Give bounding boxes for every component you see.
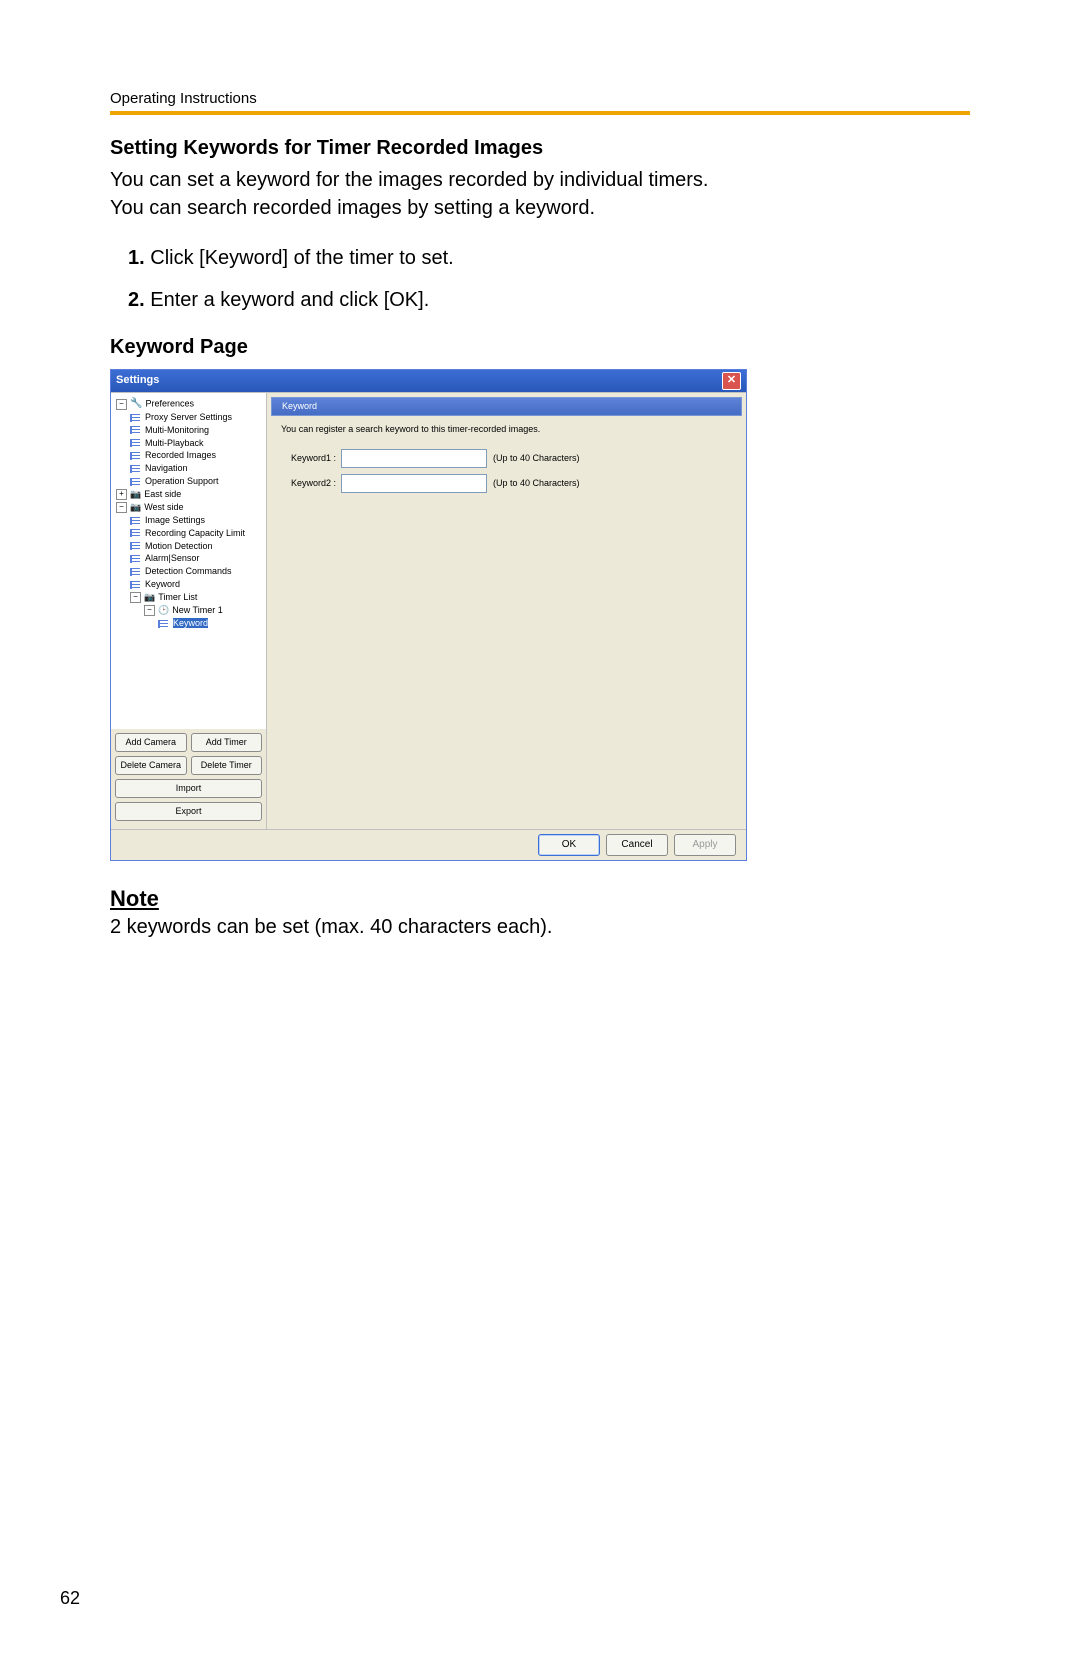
page-number: 62 [60, 1588, 80, 1609]
step-number: 2. [128, 289, 145, 311]
keyword2-hint: (Up to 40 Characters) [493, 478, 580, 489]
settings-window: Settings ✕ −🔧Preferences Proxy Server Se… [110, 369, 747, 861]
tree-proxy[interactable]: Proxy Server Settings [116, 411, 263, 424]
sidebar-button-area: Add Camera Add Timer Delete Camera Delet… [111, 729, 266, 829]
tree-label: Keyword [173, 618, 208, 628]
intro-line-1: You can set a keyword for the images rec… [110, 169, 708, 191]
tree-label: Detection Commands [145, 566, 232, 576]
tree-image-settings[interactable]: Image Settings [116, 514, 263, 527]
window-titlebar[interactable]: Settings ✕ [111, 370, 746, 392]
panel-header: Keyword [271, 397, 742, 416]
step-text: Enter a keyword and click [OK]. [150, 289, 429, 311]
add-timer-button[interactable]: Add Timer [191, 733, 263, 752]
tree-keyword-selected[interactable]: Keyword [116, 617, 263, 630]
delete-camera-button[interactable]: Delete Camera [115, 756, 187, 775]
add-camera-button[interactable]: Add Camera [115, 733, 187, 752]
note-heading: Note [110, 886, 970, 912]
step-2: 2. Enter a keyword and click [OK]. [128, 284, 970, 316]
import-button[interactable]: Import [115, 779, 262, 798]
tree-keyword[interactable]: Keyword [116, 578, 263, 591]
tree-nav[interactable]: Navigation [116, 462, 263, 475]
keyword1-row: Keyword1 : (Up to 40 Characters) [281, 449, 732, 468]
tree-label: Multi-Playback [145, 438, 204, 448]
tree-label: Multi-Monitoring [145, 425, 209, 435]
tree-label: Recording Capacity Limit [145, 528, 245, 538]
cancel-button[interactable]: Cancel [606, 834, 668, 856]
tree-label: New Timer 1 [172, 605, 223, 615]
tree-east-side[interactable]: +📷East side [116, 488, 263, 501]
tree-label: Motion Detection [145, 541, 213, 551]
tree-label: Image Settings [145, 515, 205, 525]
panel-title: Keyword [282, 401, 317, 412]
tree-detection-cmd[interactable]: Detection Commands [116, 565, 263, 578]
tree-label: Alarm|Sensor [145, 553, 199, 563]
tree-label: Navigation [145, 463, 188, 473]
intro-text: You can set a keyword for the images rec… [110, 166, 970, 222]
tree-label: Timer List [158, 592, 197, 602]
window-body: −🔧Preferences Proxy Server Settings Mult… [111, 392, 746, 829]
main-panel: Keyword You can register a search keywor… [267, 393, 746, 829]
panel-description: You can register a search keyword to thi… [281, 424, 732, 435]
ok-button[interactable]: OK [538, 834, 600, 856]
apply-button[interactable]: Apply [674, 834, 736, 856]
tree-label: West side [144, 502, 183, 512]
tree-label: Operation Support [145, 476, 219, 486]
note-text: 2 keywords can be set (max. 40 character… [110, 916, 970, 939]
tree-timer-list[interactable]: −📷Timer List [116, 591, 263, 604]
keyword1-hint: (Up to 40 Characters) [493, 453, 580, 464]
keyword2-input[interactable] [341, 474, 487, 493]
keyword2-row: Keyword2 : (Up to 40 Characters) [281, 474, 732, 493]
tree-rec-capacity[interactable]: Recording Capacity Limit [116, 527, 263, 540]
settings-tree[interactable]: −🔧Preferences Proxy Server Settings Mult… [111, 393, 266, 729]
header-rule [110, 111, 970, 115]
keyword2-label: Keyword2 : [281, 478, 341, 489]
tree-preferences[interactable]: −🔧Preferences [116, 397, 263, 411]
tree-new-timer[interactable]: −🕑New Timer 1 [116, 604, 263, 617]
sidebar: −🔧Preferences Proxy Server Settings Mult… [111, 393, 267, 829]
panel-content: You can register a search keyword to thi… [281, 424, 732, 493]
keyword1-label: Keyword1 : [281, 453, 341, 464]
tree-label: Proxy Server Settings [145, 412, 232, 422]
running-header: Operating Instructions [110, 90, 970, 107]
tree-motion[interactable]: Motion Detection [116, 540, 263, 553]
export-button[interactable]: Export [115, 802, 262, 821]
tree-opsupport[interactable]: Operation Support [116, 475, 263, 488]
intro-line-2: You can search recorded images by settin… [110, 197, 595, 219]
document-page: Operating Instructions Setting Keywords … [0, 0, 1080, 1669]
tree-west-side[interactable]: −📷West side [116, 501, 263, 514]
steps-list: 1. Click [Keyword] of the timer to set. … [110, 242, 970, 316]
tree-label: Keyword [145, 579, 180, 589]
dialog-footer: OK Cancel Apply [111, 829, 746, 860]
tree-multiplay[interactable]: Multi-Playback [116, 437, 263, 450]
tree-alarm[interactable]: Alarm|Sensor [116, 552, 263, 565]
section-title: Setting Keywords for Timer Recorded Imag… [110, 137, 970, 160]
close-button[interactable]: ✕ [722, 372, 741, 390]
tree-label: Preferences [145, 398, 194, 408]
tree-label: East side [144, 489, 181, 499]
delete-timer-button[interactable]: Delete Timer [191, 756, 263, 775]
tree-multimon[interactable]: Multi-Monitoring [116, 424, 263, 437]
step-1: 1. Click [Keyword] of the timer to set. [128, 242, 970, 274]
step-text: Click [Keyword] of the timer to set. [150, 247, 453, 269]
window-title: Settings [116, 374, 159, 387]
keyword1-input[interactable] [341, 449, 487, 468]
tree-label: Recorded Images [145, 450, 216, 460]
tree-recimg[interactable]: Recorded Images [116, 449, 263, 462]
step-number: 1. [128, 247, 145, 269]
subsection-title: Keyword Page [110, 336, 970, 359]
